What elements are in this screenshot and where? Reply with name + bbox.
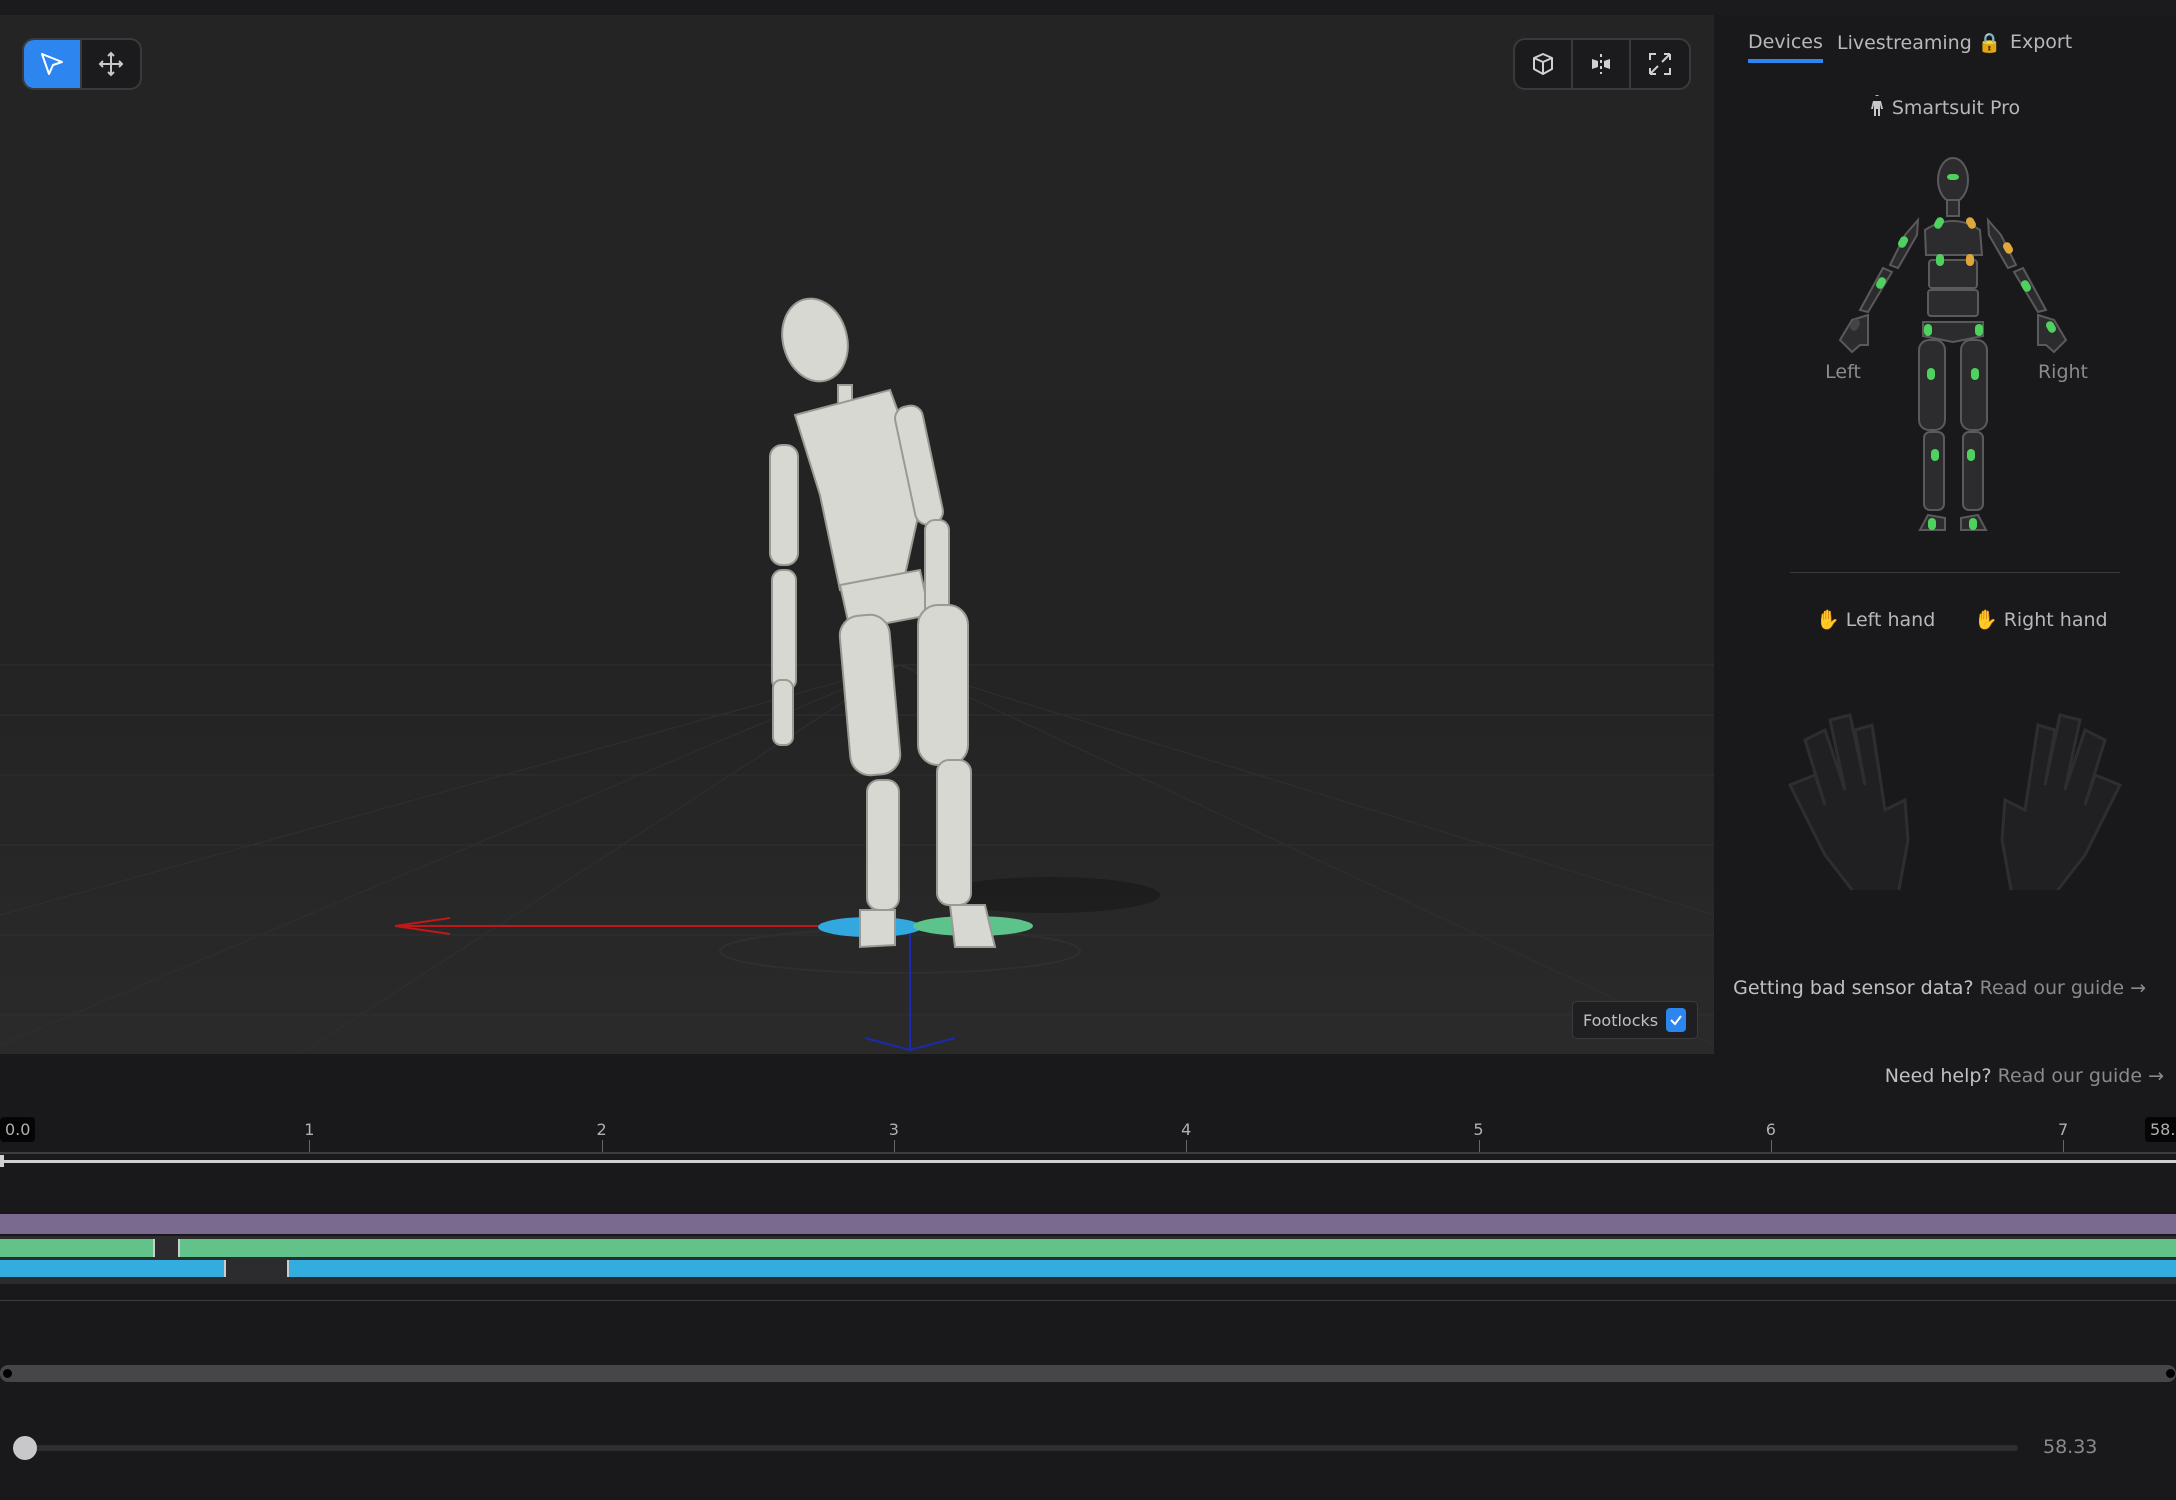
suit-icon xyxy=(1870,91,1883,116)
tick-mark xyxy=(1478,1140,1480,1152)
tick-mark xyxy=(893,1140,895,1152)
sensor-ok[interactable] xyxy=(1924,324,1932,336)
tick-label: 4 xyxy=(1181,1120,1192,1139)
lock-icon: 🔒 xyxy=(1977,32,2002,54)
left-label: Left xyxy=(1825,361,1861,383)
footlocks-label: Footlocks xyxy=(1583,1010,1659,1030)
sensor-guide-link[interactable]: Read our guide → xyxy=(1980,977,2146,999)
sensor-help-text: Getting bad sensor data? xyxy=(1733,977,1974,999)
scene xyxy=(0,297,1714,1054)
tab-livestreaming[interactable]: Livestreaming 🔒 xyxy=(1837,31,2001,60)
footlocks-toggle[interactable]: Footlocks xyxy=(1572,1001,1698,1039)
zoom-slider[interactable] xyxy=(18,1445,2018,1451)
right-label: Right xyxy=(2038,361,2088,383)
divider xyxy=(1790,572,2120,573)
cube-icon xyxy=(1533,53,1553,75)
body-outline xyxy=(1838,157,2068,531)
device-name: Smartsuit Pro xyxy=(1891,97,2021,119)
tick-mark xyxy=(2063,1140,2065,1152)
scrollbar-handle-right[interactable] xyxy=(2166,1369,2175,1378)
sensor-ok[interactable] xyxy=(1928,518,1936,530)
playhead[interactable] xyxy=(0,1155,4,1167)
devices-panel: Devices Livestreaming 🔒 Export Smartsuit… xyxy=(1714,15,2176,1055)
3d-view-button[interactable] xyxy=(1515,40,1573,88)
track-suit[interactable] xyxy=(0,1214,2176,1234)
tab-devices[interactable]: Devices xyxy=(1748,31,1823,63)
gloves-map xyxy=(1787,713,2123,890)
tick-label: 7 xyxy=(2058,1120,2069,1139)
tick-label: 3 xyxy=(888,1120,899,1139)
tick-mark xyxy=(1186,1140,1188,1152)
move-tool-button[interactable] xyxy=(82,40,140,88)
sensor-ok[interactable] xyxy=(1936,254,1944,266)
playback-range[interactable] xyxy=(0,1160,2176,1163)
help-text: Need help? xyxy=(1884,1065,1992,1087)
divider xyxy=(0,1300,2176,1301)
track-left-foot-segment[interactable] xyxy=(178,1239,2176,1257)
right-hand-label: ✋ Right hand xyxy=(1974,609,2108,631)
tick-label: 6 xyxy=(1765,1120,1776,1139)
tick-mark xyxy=(601,1140,603,1152)
sensor-ok[interactable] xyxy=(1967,449,1975,461)
sensor-ok[interactable] xyxy=(1947,174,1959,180)
timeline-scrollbar[interactable] xyxy=(0,1365,2176,1382)
sensor-ok[interactable] xyxy=(1969,518,1977,530)
tick-label: 5 xyxy=(1473,1120,1484,1139)
right-hand-text: Right hand xyxy=(2003,609,2108,631)
footlocks-checkbox[interactable] xyxy=(1666,1008,1687,1032)
tab-export[interactable]: Export xyxy=(2010,31,2072,59)
move-icon xyxy=(98,51,124,77)
mirror-button[interactable] xyxy=(1573,40,1631,88)
end-time: 58.3 xyxy=(2145,1117,2176,1142)
scrollbar-handle-left[interactable] xyxy=(3,1369,12,1378)
transform-tools xyxy=(22,38,142,90)
track-right-foot-segment[interactable] xyxy=(287,1260,2176,1277)
device-title: Smartsuit Pro xyxy=(1714,91,2176,119)
sensor-help: Getting bad sensor data? Read our guide … xyxy=(1733,977,2146,999)
zoom-value: 58.33 xyxy=(2043,1436,2098,1458)
mannequin xyxy=(769,297,997,949)
zoom-slider-knob[interactable] xyxy=(13,1436,37,1460)
sensor-ok[interactable] xyxy=(1931,449,1939,461)
sensor-ok[interactable] xyxy=(1971,368,1979,380)
mirror-icon xyxy=(1592,54,1610,74)
check-icon xyxy=(1670,1015,1682,1026)
select-tool-button[interactable] xyxy=(24,40,82,88)
help-line: Need help? Read our guide → xyxy=(1885,1065,2164,1087)
sensor-guide-link-text: Read our guide xyxy=(1979,977,2125,999)
left-hand-text: Left hand xyxy=(1845,609,1936,631)
arrow-right-icon: → xyxy=(2130,977,2146,999)
tick-mark xyxy=(309,1140,311,1152)
view-tools xyxy=(1513,38,1691,90)
help-guide-link[interactable]: Read our guide → xyxy=(1998,1065,2164,1087)
ruler-line xyxy=(0,1152,2176,1154)
sensor-warn[interactable] xyxy=(1966,254,1974,266)
body-sensor-map: Left Right xyxy=(1825,157,2088,531)
arrow-right-icon: → xyxy=(2148,1065,2164,1087)
sensor-ok[interactable] xyxy=(1927,368,1935,380)
playhead-time[interactable]: 0.0 xyxy=(0,1117,36,1142)
top-bar xyxy=(0,0,2176,15)
tick-mark xyxy=(1770,1140,1772,1152)
left-hand-label: ✋ Left hand xyxy=(1816,609,1936,631)
tick-label: 2 xyxy=(596,1120,607,1139)
cursor-icon xyxy=(41,53,63,75)
sensor-ok[interactable] xyxy=(1975,324,1983,336)
left-glove-icon xyxy=(1787,713,1910,890)
right-glove-icon xyxy=(2000,713,2123,890)
expand-icon xyxy=(1649,53,1671,75)
tick-label: 1 xyxy=(304,1120,315,1139)
help-guide-link-text: Read our guide xyxy=(1997,1065,2143,1087)
track-right-foot-segment[interactable] xyxy=(0,1260,226,1277)
fullscreen-button[interactable] xyxy=(1631,40,1689,88)
3d-viewport[interactable]: Footlocks xyxy=(0,15,1714,1054)
track-left-foot-segment[interactable] xyxy=(0,1239,155,1257)
tab-livestreaming-label: Livestreaming xyxy=(1837,32,1972,54)
